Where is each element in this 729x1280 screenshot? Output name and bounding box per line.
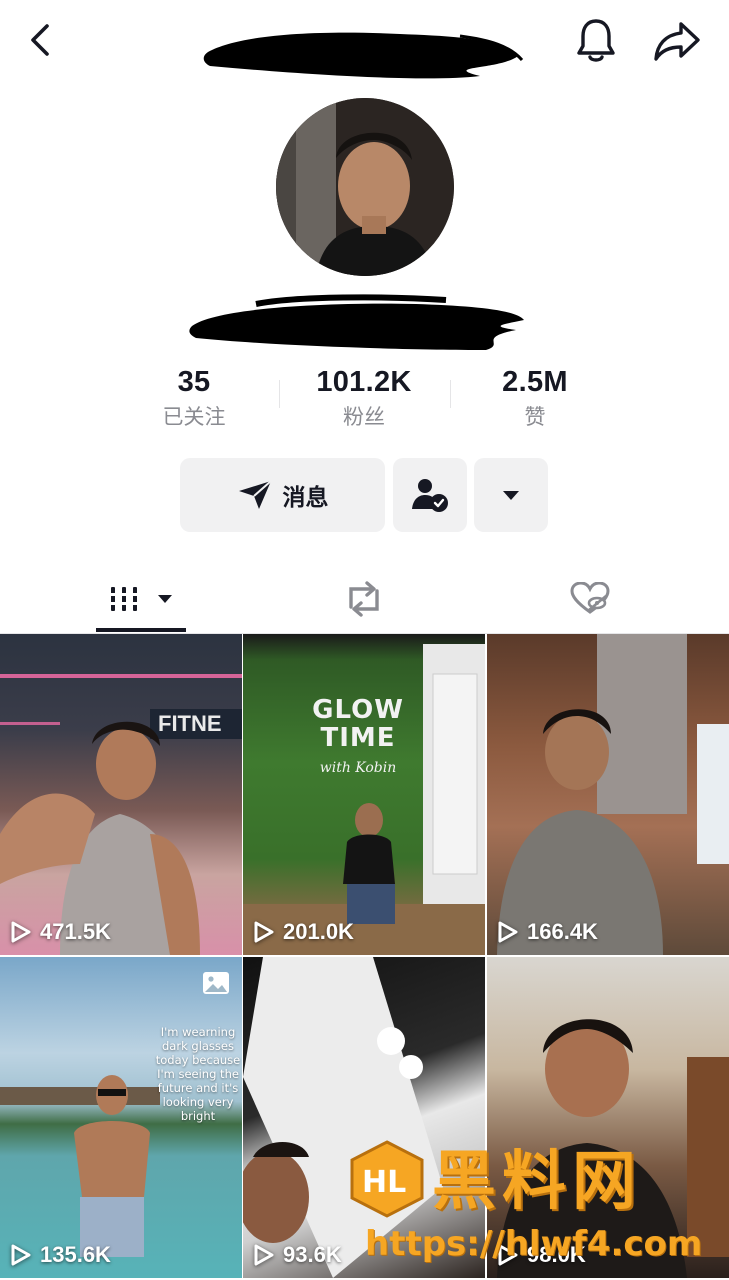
- view-count-text: 201.0K: [283, 919, 354, 944]
- photo-post-badge: [202, 971, 230, 1000]
- likes-label: 赞: [524, 405, 546, 429]
- play-icon: [254, 1244, 274, 1266]
- photo-icon: [203, 972, 229, 994]
- profile-stats: 35 已关注 101.2K 粉丝 2.5M 赞: [0, 364, 729, 434]
- stat-following[interactable]: 35 已关注: [114, 364, 274, 432]
- thumbnail-image: FITNE: [0, 674, 242, 955]
- chevron-down-icon: [158, 595, 172, 603]
- profile-actions: 消息: [0, 458, 729, 534]
- redacted-display-name: [189, 294, 524, 350]
- tab-reposts[interactable]: [334, 566, 394, 632]
- notification-bell-button[interactable]: [572, 16, 620, 64]
- repost-icon: [349, 581, 379, 617]
- video-thumbnail[interactable]: GLOW TIME with Kobin 201.0K: [243, 634, 485, 955]
- play-icon: [11, 921, 31, 943]
- back-icon: [31, 24, 49, 56]
- photo-caption-overlay: I'm wearning dark glasses today because …: [155, 1025, 241, 1123]
- tab-videos[interactable]: [96, 566, 186, 632]
- message-label: 消息: [282, 485, 329, 511]
- neon-sign-text: GLOW TIME: [312, 695, 404, 753]
- back-button[interactable]: [18, 18, 62, 62]
- send-icon: [238, 480, 272, 509]
- watermark-title: 黑料网: [432, 1145, 642, 1219]
- top-bar: [0, 0, 729, 84]
- tab-liked[interactable]: [560, 566, 620, 632]
- video-thumbnail[interactable]: I'm wearning dark glasses today because …: [0, 957, 242, 1278]
- view-count-text: 93.6K: [283, 1242, 342, 1267]
- view-count: 93.6K: [253, 1242, 342, 1268]
- share-button[interactable]: [652, 16, 702, 66]
- redacted-username: [203, 32, 524, 79]
- view-count-text: 166.4K: [527, 919, 598, 944]
- watermark: HL 黑料网 https://hlwf4.com: [345, 1130, 729, 1280]
- following-count: 35: [177, 366, 211, 398]
- likes-count: 2.5M: [502, 366, 568, 398]
- play-icon: [11, 1244, 31, 1266]
- watermark-url: https://hlwf4.com: [365, 1224, 703, 1264]
- stat-likes[interactable]: 2.5M 赞: [455, 364, 615, 432]
- share-icon: [654, 22, 700, 61]
- more-suggestions-button[interactable]: [474, 458, 548, 532]
- bell-icon: [577, 19, 615, 62]
- video-thumbnail[interactable]: FITNE 471.5K: [0, 634, 242, 955]
- avatar-photo: [276, 98, 454, 276]
- thumbnail-image: [243, 644, 485, 955]
- thumbnail-image: [497, 634, 729, 955]
- content-tabs: [0, 566, 729, 634]
- play-icon: [254, 921, 274, 943]
- stat-divider: [279, 380, 280, 408]
- view-count: 166.4K: [497, 919, 598, 945]
- gym-sign-text: FITNE: [158, 711, 222, 736]
- following-label: 已关注: [162, 405, 226, 429]
- chevron-down-icon: [503, 491, 519, 500]
- following-status-button[interactable]: [393, 458, 467, 532]
- view-count: 135.6K: [10, 1242, 111, 1268]
- svg-text:HL: HL: [362, 1165, 406, 1200]
- view-count: 201.0K: [253, 919, 354, 945]
- grid-icon: [109, 587, 139, 611]
- followers-count: 101.2K: [316, 366, 412, 398]
- neon-sign-subtitle: with Kobin: [319, 760, 397, 776]
- stat-divider: [450, 380, 451, 408]
- view-count-text: 135.6K: [40, 1242, 111, 1267]
- watermark-logo-icon: HL: [350, 1140, 424, 1218]
- avatar[interactable]: [276, 98, 454, 276]
- followers-label: 粉丝: [343, 405, 385, 429]
- message-button[interactable]: 消息: [180, 458, 385, 532]
- active-tab-indicator: [96, 628, 186, 632]
- video-thumbnail[interactable]: 166.4K: [487, 634, 729, 955]
- heart-hidden-icon: [570, 582, 610, 614]
- play-icon: [498, 921, 518, 943]
- user-check-icon: [412, 479, 448, 512]
- view-count-text: 471.5K: [40, 919, 111, 944]
- stat-followers[interactable]: 101.2K 粉丝: [284, 364, 444, 432]
- view-count: 471.5K: [10, 919, 111, 945]
